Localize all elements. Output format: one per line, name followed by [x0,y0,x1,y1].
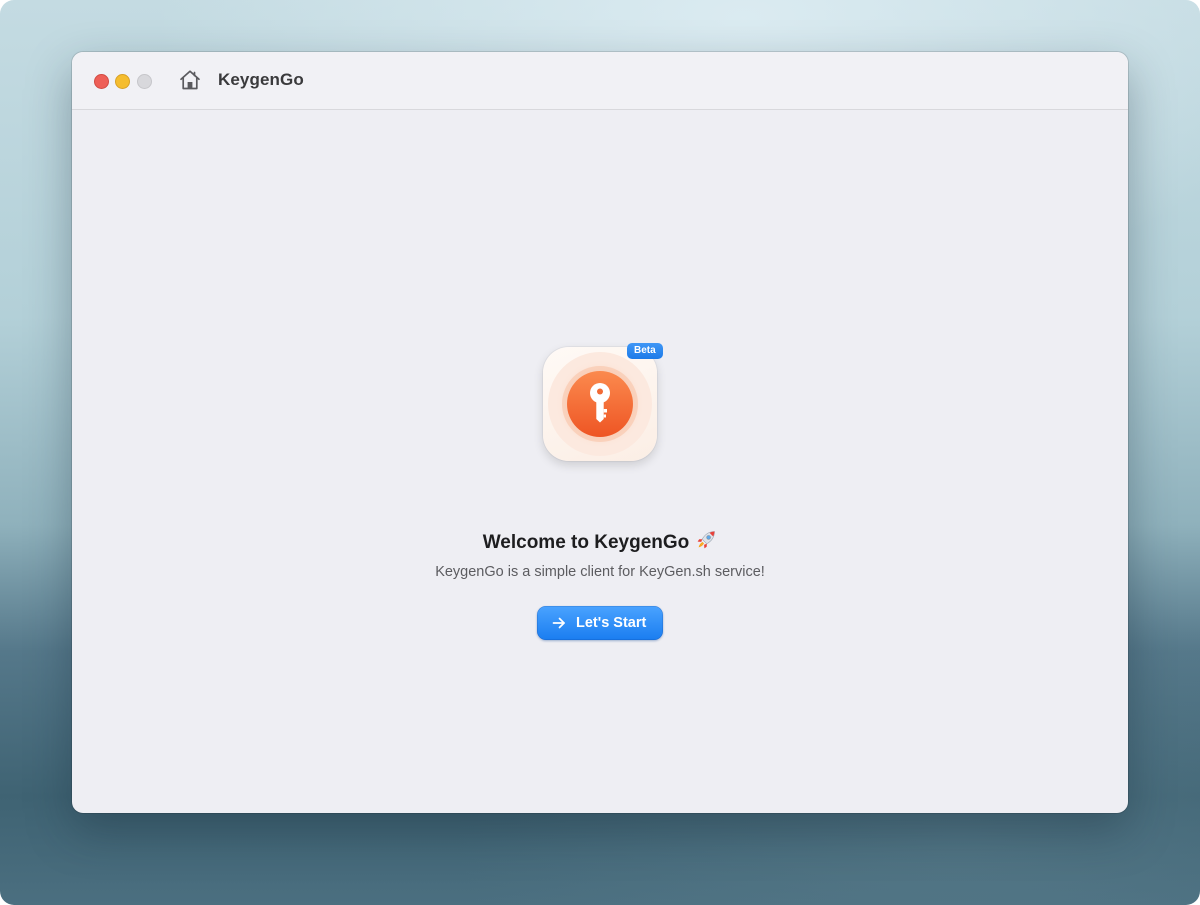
rocket-icon [695,529,717,557]
welcome-heading-text: Welcome to KeygenGo [482,532,690,553]
house-icon [180,70,200,90]
desktop-background: KeygenGo Beta Welcome to KeygenGo Keygen… [0,0,1200,905]
home-button[interactable] [178,68,202,92]
welcome-subtitle: KeygenGo is a simple client for KeyGen.s… [435,564,765,580]
app-window: KeygenGo Beta Welcome to KeygenGo Keygen… [72,52,1128,813]
window-minimize-button[interactable] [115,74,130,89]
title-bar[interactable]: KeygenGo [72,52,1128,110]
key-icon [548,352,652,456]
welcome-screen: Beta Welcome to KeygenGo KeygenGo is a s… [72,110,1128,813]
window-close-button[interactable] [94,74,109,89]
window-maximize-button[interactable] [137,74,152,89]
window-title: KeygenGo [218,70,304,89]
app-logo [543,347,657,461]
welcome-heading: Welcome to KeygenGo [72,529,1128,557]
arrow-right-icon [552,617,565,629]
lets-start-button-label: Let's Start [576,615,647,631]
beta-badge: Beta [627,343,663,359]
lets-start-button[interactable]: Let's Start [537,606,663,640]
